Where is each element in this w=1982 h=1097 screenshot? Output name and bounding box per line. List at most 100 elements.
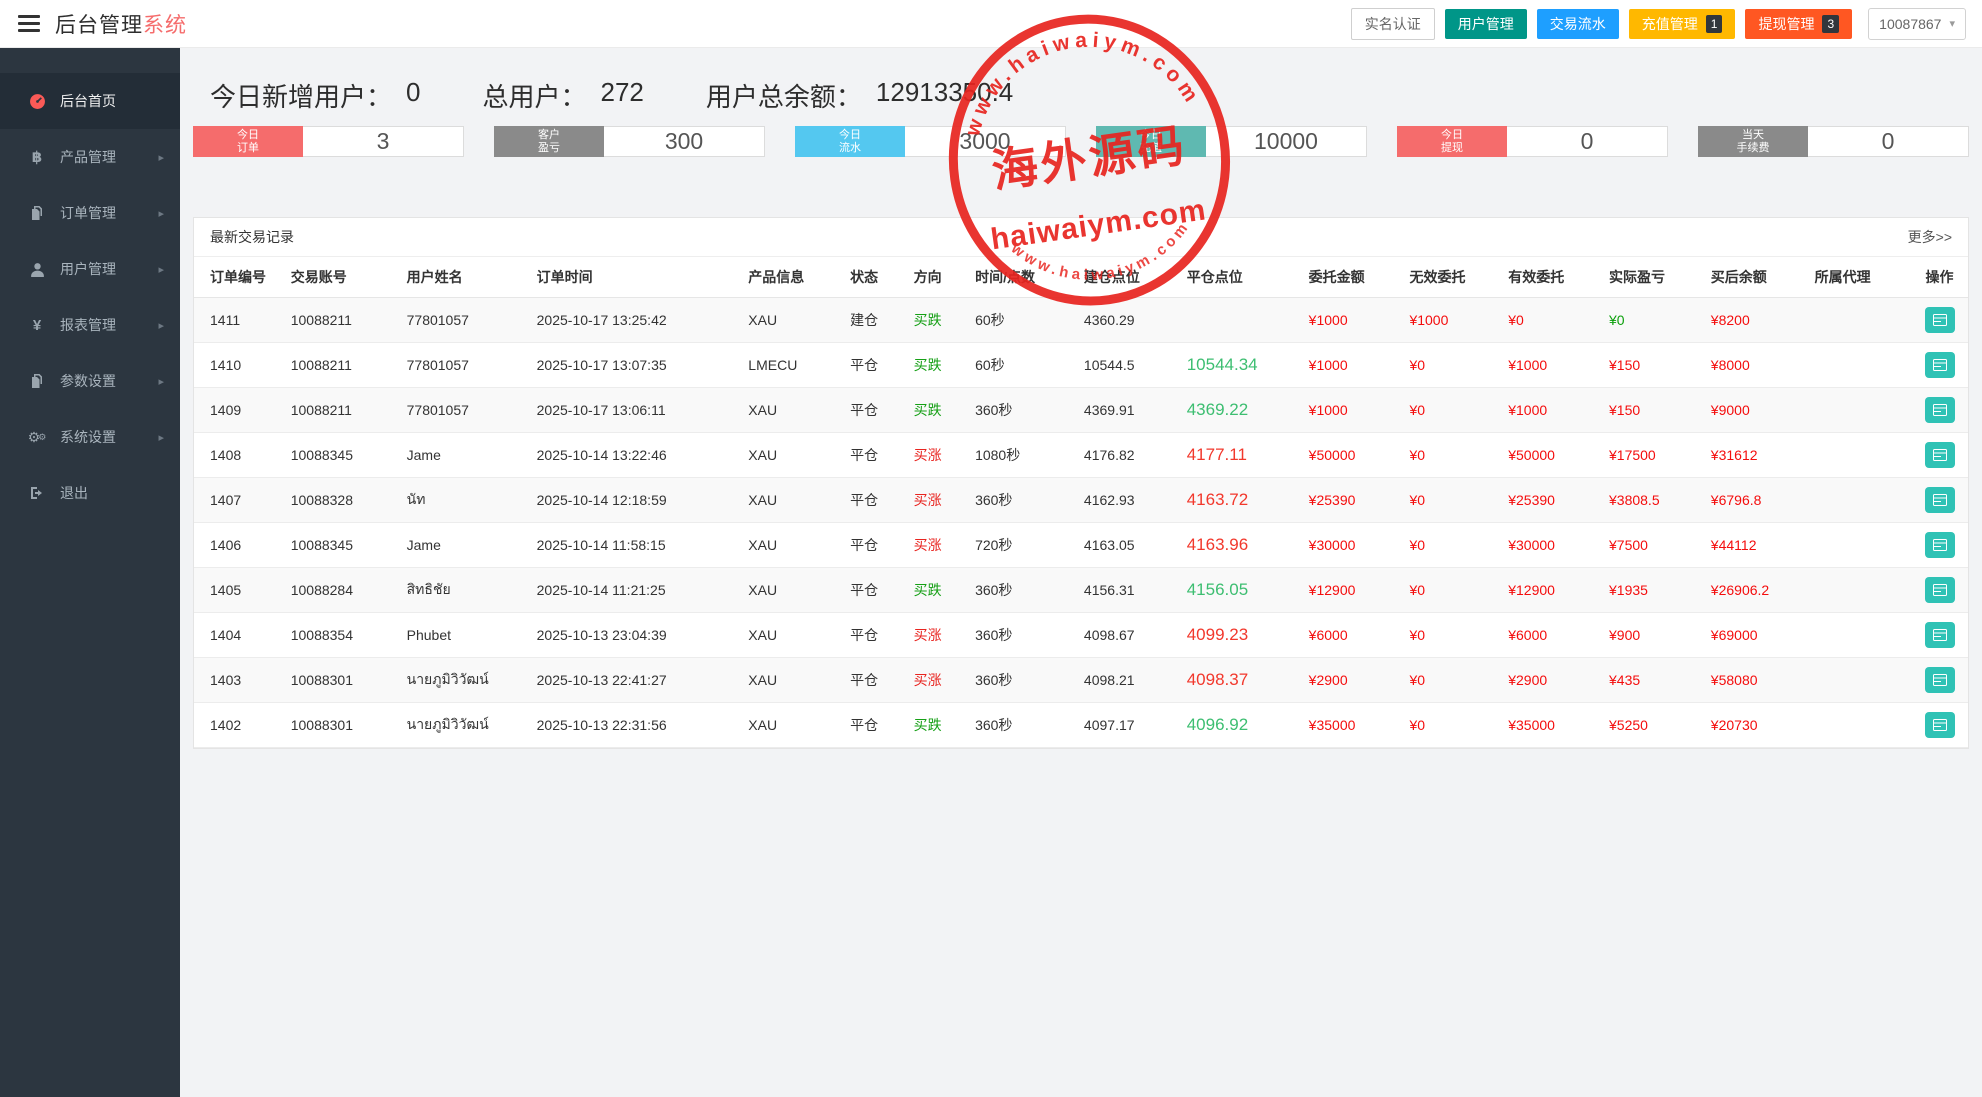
td-close-point: 4163.72 [1182,477,1305,523]
td-product: XAU [744,297,847,343]
stat-card-label: 今日 流水 [795,126,905,157]
td-profit: ¥0 [1605,297,1707,343]
td-order-no: 1405 [194,567,287,613]
stat-card-today-fees: 当天 手续费 0 [1698,126,1969,157]
td-product: XAU [744,477,847,523]
stat-total-balance: 用户总余额： 12913350.4 [706,77,1013,114]
td-invalid: ¥1000 [1405,297,1505,343]
td-account: 10088301 [286,657,403,703]
sidebar-item-label: 报表管理 [60,317,116,333]
order-detail-button[interactable] [1925,712,1956,738]
admin-dashboard: 后台管理系统 实名认证 用户管理 交易流水 充值管理 1 提现管理 3 10087867 ▾… [0,0,1982,1097]
td-amount: ¥30000 [1304,522,1406,568]
td-agent [1810,702,1922,748]
sidebar-item-params[interactable]: 参数设置 ▸ [0,353,180,409]
order-detail-button[interactable] [1925,442,1956,468]
stat-card-value: 300 [604,126,765,157]
order-detail-button[interactable] [1925,577,1956,603]
td-balance: ¥31612 [1706,432,1811,478]
td-duration: 60秒 [971,297,1080,343]
sidebar: 后台首页 ฿ 产品管理 ▸ 订单管理 ▸ 用户管理 ▸ ¥ 报表管理 ▸ 参数设置 ▸ ⚙ ⚙ 系统设置 ▸ 退出 [0,47,180,1097]
order-detail-button[interactable] [1925,667,1956,693]
order-detail-button[interactable] [1925,487,1956,513]
stat-card-value: 3000 [905,126,1066,157]
td-valid: ¥1000 [1504,387,1605,433]
sidebar-item-order[interactable]: 订单管理 ▸ [0,185,180,241]
sidebar-item-label: 系统设置 [60,429,116,445]
td-duration: 720秒 [971,522,1080,568]
td-product: XAU [744,702,847,748]
td-agent [1810,342,1922,388]
td-account: 10088211 [286,387,403,433]
td-action [1921,702,1968,748]
td-profit: ¥150 [1605,387,1707,433]
td-status: 建仓 [846,297,910,343]
list-icon [1933,404,1948,416]
order-detail-button[interactable] [1925,622,1956,648]
table-header-row: 订单编号 交易账号 用户姓名 订单时间 产品信息 状态 方向 时间/点数 建仓点位 平仓点位 委托金… [194,257,1968,298]
list-icon [1933,584,1948,596]
trades-table: 订单编号 交易账号 用户姓名 订单时间 产品信息 状态 方向 时间/点数 建仓点位 平仓点位 委托金… [194,257,1968,748]
td-profit: ¥7500 [1605,522,1707,568]
account-dropdown[interactable]: 10087867 ▾ [1868,7,1966,40]
stat-card-today-withdraw: 今日 提现 0 [1397,126,1668,157]
sidebar-item-home[interactable]: 后台首页 [0,73,180,129]
td-close-point: 4098.37 [1182,657,1305,703]
stat-card-value: 3 [303,126,464,157]
app-title: 后台管理系统 [55,9,187,39]
td-order-no: 1411 [194,297,287,343]
td-direction: 买跌 [909,342,972,388]
header-button-label: 实名认证 [1364,15,1421,32]
td-invalid: ¥0 [1405,657,1505,703]
td-account: 10088328 [286,477,403,523]
more-link[interactable]: 更多>> [1908,227,1952,247]
stat-card-today-orders: 今日 订单 3 [193,126,464,157]
notification-badge: 3 [1822,14,1840,33]
header-button-user-manage[interactable]: 用户管理 [1444,8,1527,39]
td-user: 77801057 [402,297,533,343]
td-invalid: ¥0 [1405,432,1505,478]
bitcoin-icon: ฿ [31,149,43,166]
header-button-realname-auth[interactable]: 实名认证 [1350,7,1435,40]
chevron-right-icon: ▸ [158,375,164,388]
td-invalid: ¥0 [1405,612,1505,658]
header-button-trade-flow[interactable]: 交易流水 [1536,8,1619,39]
column-header-16: 所属代理 [1810,257,1922,298]
column-header-2: 交易账号 [286,257,403,298]
td-duration: 360秒 [971,477,1080,523]
td-time: 2025-10-13 22:31:56 [532,702,745,748]
sidebar-item-system[interactable]: ⚙ ⚙ 系统设置 ▸ [0,409,180,465]
order-detail-button[interactable] [1925,352,1956,378]
td-profit: ¥5250 [1605,702,1707,748]
header-button-label: 交易流水 [1549,15,1606,32]
table-row: 1411 10088211 77801057 2025-10-17 13:25:42 X… [194,297,1968,343]
td-duration: 360秒 [971,702,1080,748]
stats-row: 今日新增用户： 0 总用户： 272 用户总余额： 12913350.4 [193,47,1969,114]
sidebar-item-user[interactable]: 用户管理 ▸ [0,241,180,297]
notification-badge: 1 [1705,14,1723,33]
td-valid: ¥12900 [1504,567,1605,613]
td-action [1921,432,1968,478]
td-profit: ¥17500 [1605,432,1707,478]
stat-card-label: 客户 盈亏 [494,126,604,157]
sidebar-item-logout[interactable]: 退出 [0,465,180,521]
td-time: 2025-10-13 23:04:39 [532,612,745,658]
column-header-11: 委托金额 [1304,257,1406,298]
td-user: 77801057 [402,342,533,388]
app-title-black: 后台管理 [55,13,143,37]
td-action [1921,567,1968,613]
order-detail-button[interactable] [1925,532,1956,558]
order-detail-button[interactable] [1925,307,1956,333]
order-detail-button[interactable] [1925,397,1956,423]
td-product: XAU [744,387,847,433]
top-bar: 后台管理系统 实名认证 用户管理 交易流水 充值管理 1 提现管理 3 10087867 ▾ [0,0,1982,48]
header-button-recharge-manage[interactable]: 充值管理 1 [1628,8,1736,39]
td-account: 10088301 [286,702,403,748]
header-button-withdraw-manage[interactable]: 提现管理 3 [1745,8,1853,39]
sidebar-item-report[interactable]: ¥ 报表管理 ▸ [0,297,180,353]
td-profit: ¥1935 [1605,567,1707,613]
stat-value: 0 [406,77,421,107]
stat-cards: 今日 订单 3 客户 盈亏 300 今日 流水 3000 今日 充值 10000 今日 提现 0 当天 手续费 0 [193,126,1969,157]
sidebar-item-product[interactable]: ฿ 产品管理 ▸ [0,129,180,185]
hamburger-menu-icon[interactable] [18,11,40,36]
